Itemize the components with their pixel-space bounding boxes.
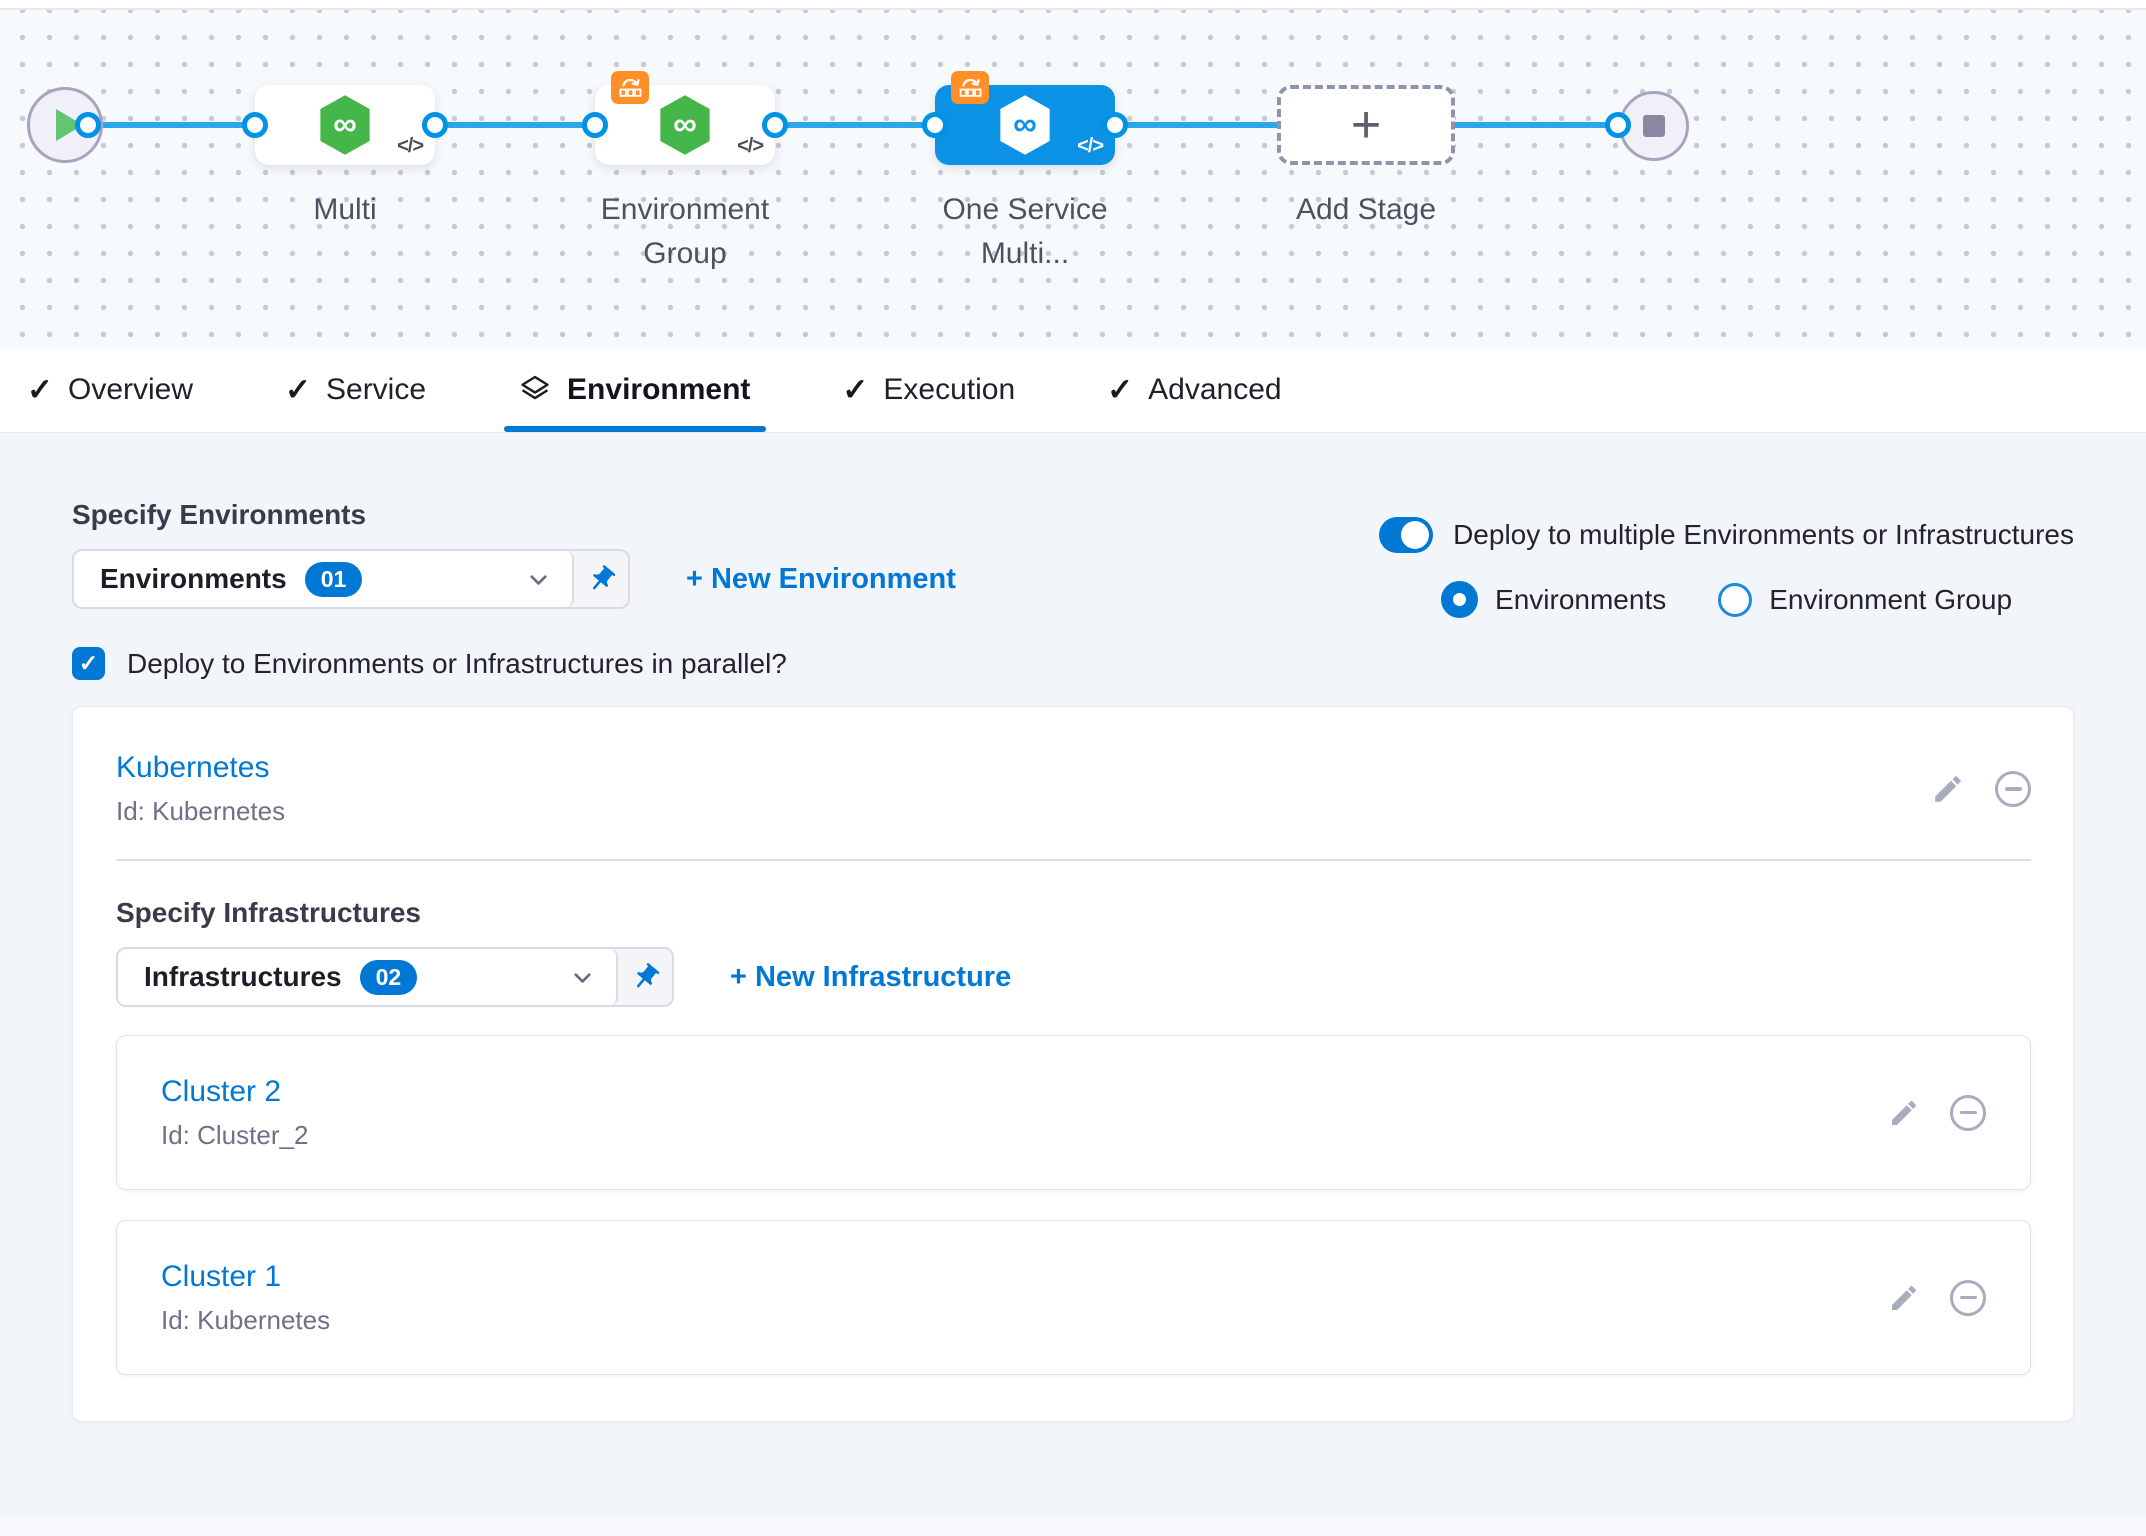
new-infrastructure-link[interactable]: + New Infrastructure [730,961,1011,994]
radio-unselected-icon [1718,583,1752,617]
specify-infrastructures-heading: Specify Infrastructures [116,895,2031,931]
edit-infrastructure-button[interactable] [1888,1282,1920,1314]
multi-environments-toggle[interactable] [1379,517,1433,553]
environment-card-kubernetes: Kubernetes Id: Kubernetes Specify Infras… [72,706,2074,1422]
code-glyph: </> [737,135,763,158]
new-environment-link[interactable]: + New Environment [686,563,956,596]
tab-advanced[interactable]: ✓ Advanced [1107,348,1281,432]
stage-tabbar: ✓ Overview ✓ Service Environment ✓ Execu… [0,348,2146,433]
connector-port [422,112,448,138]
deploy-mode-controls: Deploy to multiple Environments or Infra… [1379,517,2074,618]
check-icon: ✓ [842,372,868,408]
remove-environment-button[interactable] [1995,771,2031,807]
minus-circle-icon [1950,1280,1986,1316]
tab-execution[interactable]: ✓ Execution [842,348,1015,432]
pencil-icon [1888,1282,1920,1314]
pencil-icon [1888,1097,1920,1129]
tab-overview[interactable]: ✓ Overview [27,348,193,432]
infinity-glyph: ∞ [316,93,374,157]
add-stage-button[interactable]: + [1277,85,1455,165]
environment-tab-content: Specify Environments Environments 01 + N… [0,433,2146,1422]
active-tab-underline [504,426,766,432]
stage-card-multi[interactable]: ∞ </> [255,85,435,165]
check-icon: ✓ [1107,372,1133,408]
infrastructure-card-cluster-2: Cluster 2 Id: Cluster_2 [116,1035,2031,1190]
multi-environments-toggle-label: Deploy to multiple Environments or Infra… [1453,519,2074,551]
bottom-strip [0,1518,2146,1536]
infrastructures-dropdown[interactable]: Infrastructures 02 [116,947,674,1007]
stop-icon [1643,115,1665,137]
connector-port [762,112,788,138]
infrastructures-dropdown-value: Infrastructures [144,961,342,993]
minus-circle-icon [1950,1095,1986,1131]
layers-icon [518,373,552,407]
divider [116,859,2031,861]
connector-port [1605,112,1631,138]
edit-infrastructure-button[interactable] [1888,1097,1920,1129]
connector-port [922,112,948,138]
infrastructure-card-cluster-1: Cluster 1 Id: Kubernetes [116,1220,2031,1375]
stage-card-one-service-multi[interactable]: ∞ </> [935,85,1115,165]
toggle-knob [1401,521,1429,549]
connector-port [1102,112,1128,138]
remove-infrastructure-button[interactable] [1950,1280,1986,1316]
tab-service[interactable]: ✓ Service [285,348,426,432]
infrastructures-count-badge: 02 [360,960,418,995]
stage-card-environment-group[interactable]: ∞ </> [595,85,775,165]
pipeline-canvas[interactable]: ∞ </> ∞ </> [0,10,2146,348]
chevron-down-icon [525,566,552,593]
rolling-deploy-badge-icon [951,71,989,104]
radio-selected-icon [1441,581,1478,618]
tab-environment[interactable]: Environment [518,348,750,432]
parallel-deploy-checkbox-label: Deploy to Environments or Infrastructure… [127,648,787,680]
check-icon: ✓ [79,650,98,677]
stage-label: Multi [225,188,465,232]
environment-id-text: Id: Kubernetes [116,796,285,827]
infinity-glyph: ∞ [996,93,1054,157]
environments-dropdown-value-area[interactable]: Environments 01 [74,551,574,607]
parallel-deploy-checkbox[interactable]: ✓ [72,647,105,680]
pin-environments-button[interactable] [574,551,628,607]
infrastructure-title-link[interactable]: Cluster 1 [161,1260,330,1294]
infrastructure-id-text: Id: Kubernetes [161,1305,330,1336]
environments-count-badge: 01 [305,562,363,597]
infinity-hexagon-icon: ∞ [656,93,714,157]
pin-infrastructures-button[interactable] [618,949,672,1005]
rolling-deploy-badge-icon [611,71,649,104]
connector-port [242,112,268,138]
add-stage-label: Add Stage [1246,188,1486,232]
remove-infrastructure-button[interactable] [1950,1095,1986,1131]
connector-port [75,112,101,138]
infrastructures-dropdown-value-area[interactable]: Infrastructures 02 [118,949,618,1005]
environments-dropdown-value: Environments [100,563,287,595]
stage-label: Environment Group [565,188,805,276]
connector-port [582,112,608,138]
code-glyph: </> [1077,135,1103,158]
minus-circle-icon [1995,771,2031,807]
stage-label: One Service Multi... [905,188,1145,276]
infrastructure-title-link[interactable]: Cluster 2 [161,1075,308,1109]
pencil-icon [1931,772,1965,806]
check-icon: ✓ [27,372,53,408]
infinity-hexagon-icon: ∞ [996,93,1054,157]
infinity-glyph: ∞ [656,93,714,157]
top-toolbar-strip [0,0,2146,10]
radio-environment-group[interactable]: Environment Group [1718,583,2012,617]
radio-environments[interactable]: Environments [1441,581,1666,618]
infinity-hexagon-icon: ∞ [316,93,374,157]
chevron-down-icon [569,964,596,991]
infrastructure-id-text: Id: Cluster_2 [161,1120,308,1151]
code-glyph: </> [397,135,423,158]
edit-environment-button[interactable] [1931,772,1965,806]
environment-title-link[interactable]: Kubernetes [116,751,285,785]
environments-dropdown[interactable]: Environments 01 [72,549,630,609]
check-icon: ✓ [285,372,311,408]
